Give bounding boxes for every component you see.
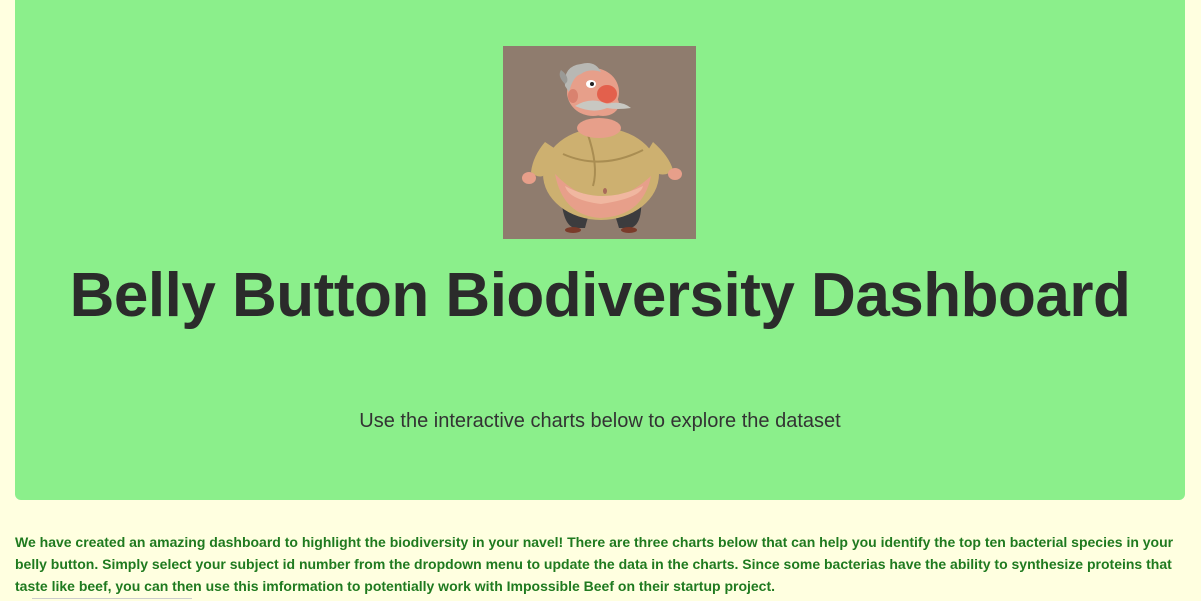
intro-paragraph: We have created an amazing dashboard to …	[15, 534, 1174, 594]
page-title: Belly Button Biodiversity Dashboard	[69, 261, 1131, 330]
page-subtitle: Use the interactive charts below to expl…	[359, 410, 841, 432]
jumbotron-header: Belly Button Biodiversity Dashboard Use …	[15, 0, 1185, 500]
cartoon-man-belly-image	[503, 46, 696, 239]
